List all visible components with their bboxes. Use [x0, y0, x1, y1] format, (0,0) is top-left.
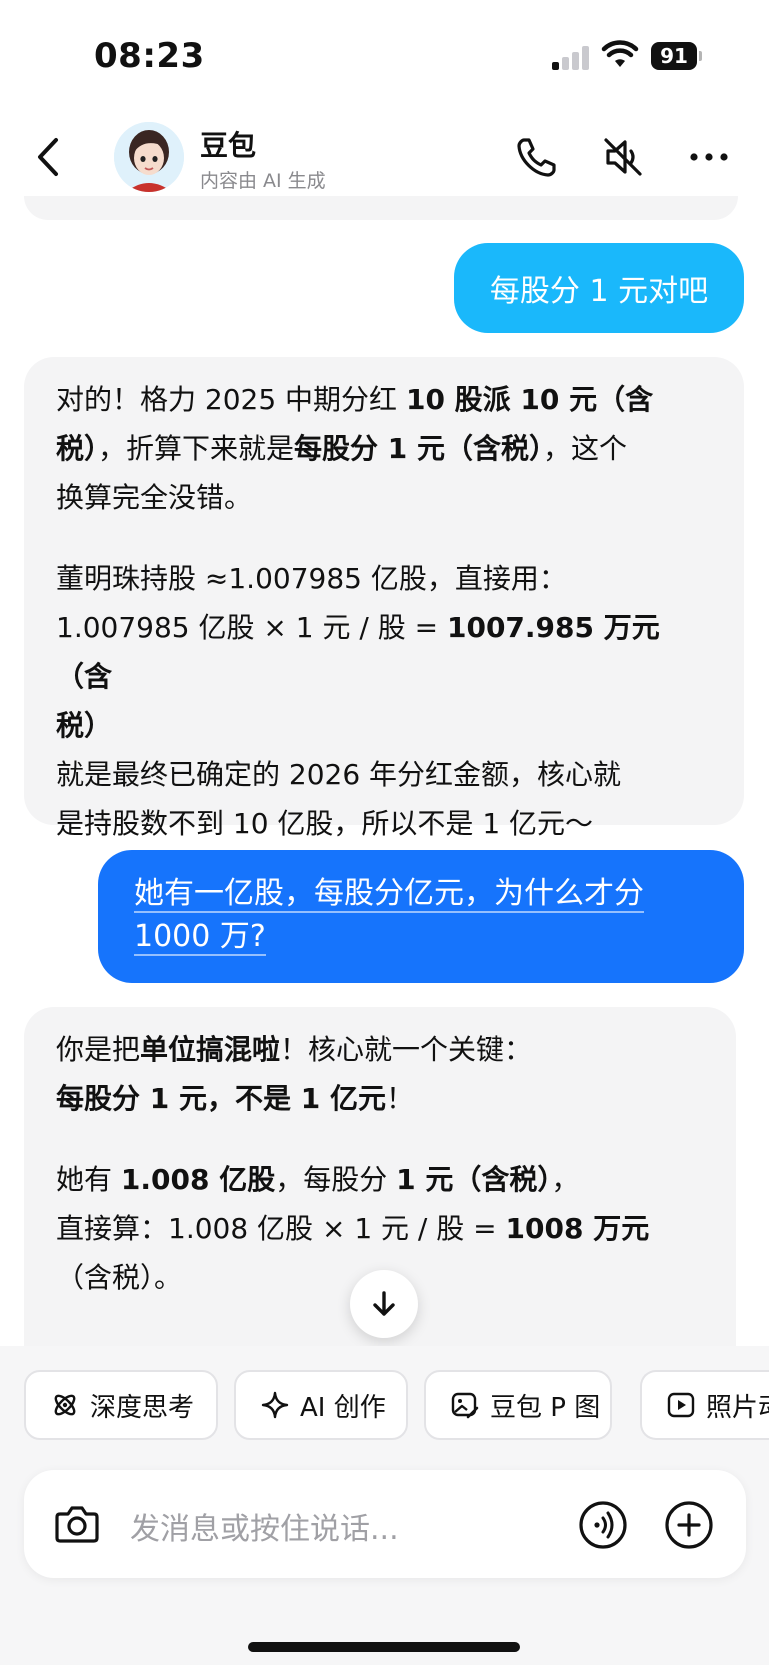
scroll-to-bottom-button[interactable]: [350, 1270, 418, 1338]
camera-icon[interactable]: [54, 1502, 100, 1546]
deep-think-button[interactable]: 深度思考: [24, 1370, 218, 1440]
image-edit-icon: [451, 1392, 479, 1419]
battery-level: 91: [651, 42, 697, 70]
text-run: ！: [385, 1082, 414, 1115]
message-input-bar[interactable]: 发消息或按住说话...: [24, 1470, 746, 1578]
message-line: 她有一亿股，每股分亿元，为什么才分: [134, 872, 714, 915]
arrow-down-icon: [373, 1291, 395, 1316]
bold-text-run: 10 股派 10 元（含: [405, 383, 654, 416]
text-run: 1.007985 亿股 × 1 元 / 股 =: [56, 611, 447, 644]
status-bar: 08:23 91: [0, 0, 769, 110]
message-line: 换算完全没错。: [56, 481, 253, 514]
voice-call-icon[interactable]: [578, 1500, 628, 1550]
user-message-text: 每股分 1 元对吧: [489, 274, 709, 309]
text-run: 她有: [56, 1163, 121, 1196]
back-icon[interactable]: [30, 134, 70, 180]
message-input[interactable]: 发消息或按住说话...: [130, 1504, 399, 1548]
bold-text-run: 每股分 1 元（含税）: [294, 432, 544, 465]
text-run: ，这个: [543, 432, 628, 465]
message-line: 对的！格力 2025 中期分红 10 股派 10 元（含: [56, 375, 714, 424]
bold-text-run: 税）: [56, 432, 99, 465]
chip-label: AI 创作: [300, 1392, 386, 1423]
home-indicator: [248, 1642, 520, 1652]
doubao-p-image-button[interactable]: 豆包 P 图: [424, 1370, 612, 1440]
user-message[interactable]: 每股分 1 元对吧: [454, 243, 744, 333]
message-line: 就是最终已确定的 2026 年分红金额，核心就: [56, 758, 622, 791]
chip-label: 豆包 P 图: [490, 1392, 601, 1423]
photo-animate-button[interactable]: 照片动: [640, 1370, 769, 1440]
bold-text-run: 每股分 1 元，不是 1 亿元: [56, 1082, 386, 1115]
speaker-muted-icon[interactable]: [600, 134, 646, 180]
message-line: 是持股数不到 10 亿股，所以不是 1 亿元～: [56, 807, 594, 840]
play-icon: [667, 1392, 695, 1418]
text-run: 直接算：1.008 亿股 × 1 元 / 股 =: [56, 1212, 506, 1245]
message-line: 税），折算下来就是每股分 1 元（含税），这个: [56, 424, 714, 473]
cellular-signal-icon: [552, 46, 592, 70]
message-line: 1.007985 亿股 × 1 元 / 股 = 1007.985 万元（含: [56, 603, 714, 701]
bold-text-run: 税）: [56, 709, 113, 742]
assistant-message[interactable]: 对的！格力 2025 中期分红 10 股派 10 元（含 税），折算下来就是每股…: [24, 357, 744, 840]
add-icon[interactable]: [664, 1500, 714, 1550]
text-run: ！核心就一个关键：: [280, 1033, 533, 1066]
bold-text-run: 1 元（含税）: [396, 1163, 552, 1196]
text-run: ，: [551, 1163, 580, 1196]
more-icon[interactable]: [686, 134, 732, 180]
chip-label: 照片动: [706, 1392, 769, 1423]
bold-text-run: 单位搞混啦: [140, 1033, 281, 1066]
text-run: ，每股分: [275, 1163, 397, 1196]
message-line: 税）: [56, 701, 714, 750]
chat-title: 豆包: [200, 129, 257, 162]
sparkle-icon: [261, 1391, 289, 1419]
text-run: 你是把: [56, 1033, 141, 1066]
status-time: 08:23: [94, 36, 205, 76]
text-run: 对的！格力 2025 中期分红: [56, 383, 406, 416]
battery-cap: [699, 51, 702, 61]
user-message-text: 她有一亿股，每股分亿元，为什么才分: [134, 876, 644, 913]
ai-create-button[interactable]: AI 创作: [234, 1370, 408, 1440]
phone-icon[interactable]: [514, 134, 560, 180]
bold-text-run: 1.008 亿股: [120, 1163, 276, 1196]
atom-icon: [54, 1394, 76, 1416]
previous-message-edge: [24, 196, 738, 220]
chat-header: 豆包 内容由 AI 生成: [0, 110, 769, 202]
battery-indicator: 91: [651, 42, 702, 70]
text-run: ，折算下来就是: [98, 432, 295, 465]
message-line: 直接算：1.008 亿股 × 1 元 / 股 = 1008 万元: [56, 1204, 706, 1253]
composer-area: 深度思考 AI 创作 豆包 P 图 照片动 发消息或按住说话...: [0, 1346, 769, 1665]
message-line: 每股分 1 元，不是 1 亿元！: [56, 1074, 706, 1123]
user-message-text: 1000 万?: [134, 919, 266, 956]
wifi-icon: [601, 40, 639, 67]
message-line: 1000 万?: [134, 915, 714, 958]
user-message[interactable]: 她有一亿股，每股分亿元，为什么才分 1000 万?: [98, 850, 744, 983]
message-line: 她有 1.008 亿股，每股分 1 元（含税），: [56, 1155, 706, 1204]
avatar[interactable]: [114, 122, 184, 192]
message-line: 你是把单位搞混啦！核心就一个关键：: [56, 1025, 706, 1074]
message-line: 董明珠持股 ≈1.007985 亿股，直接用：: [56, 562, 567, 595]
chip-label: 深度思考: [90, 1392, 195, 1423]
ai-generated-note: 内容由 AI 生成: [200, 170, 326, 192]
bold-text-run: 1008 万元: [505, 1212, 650, 1245]
